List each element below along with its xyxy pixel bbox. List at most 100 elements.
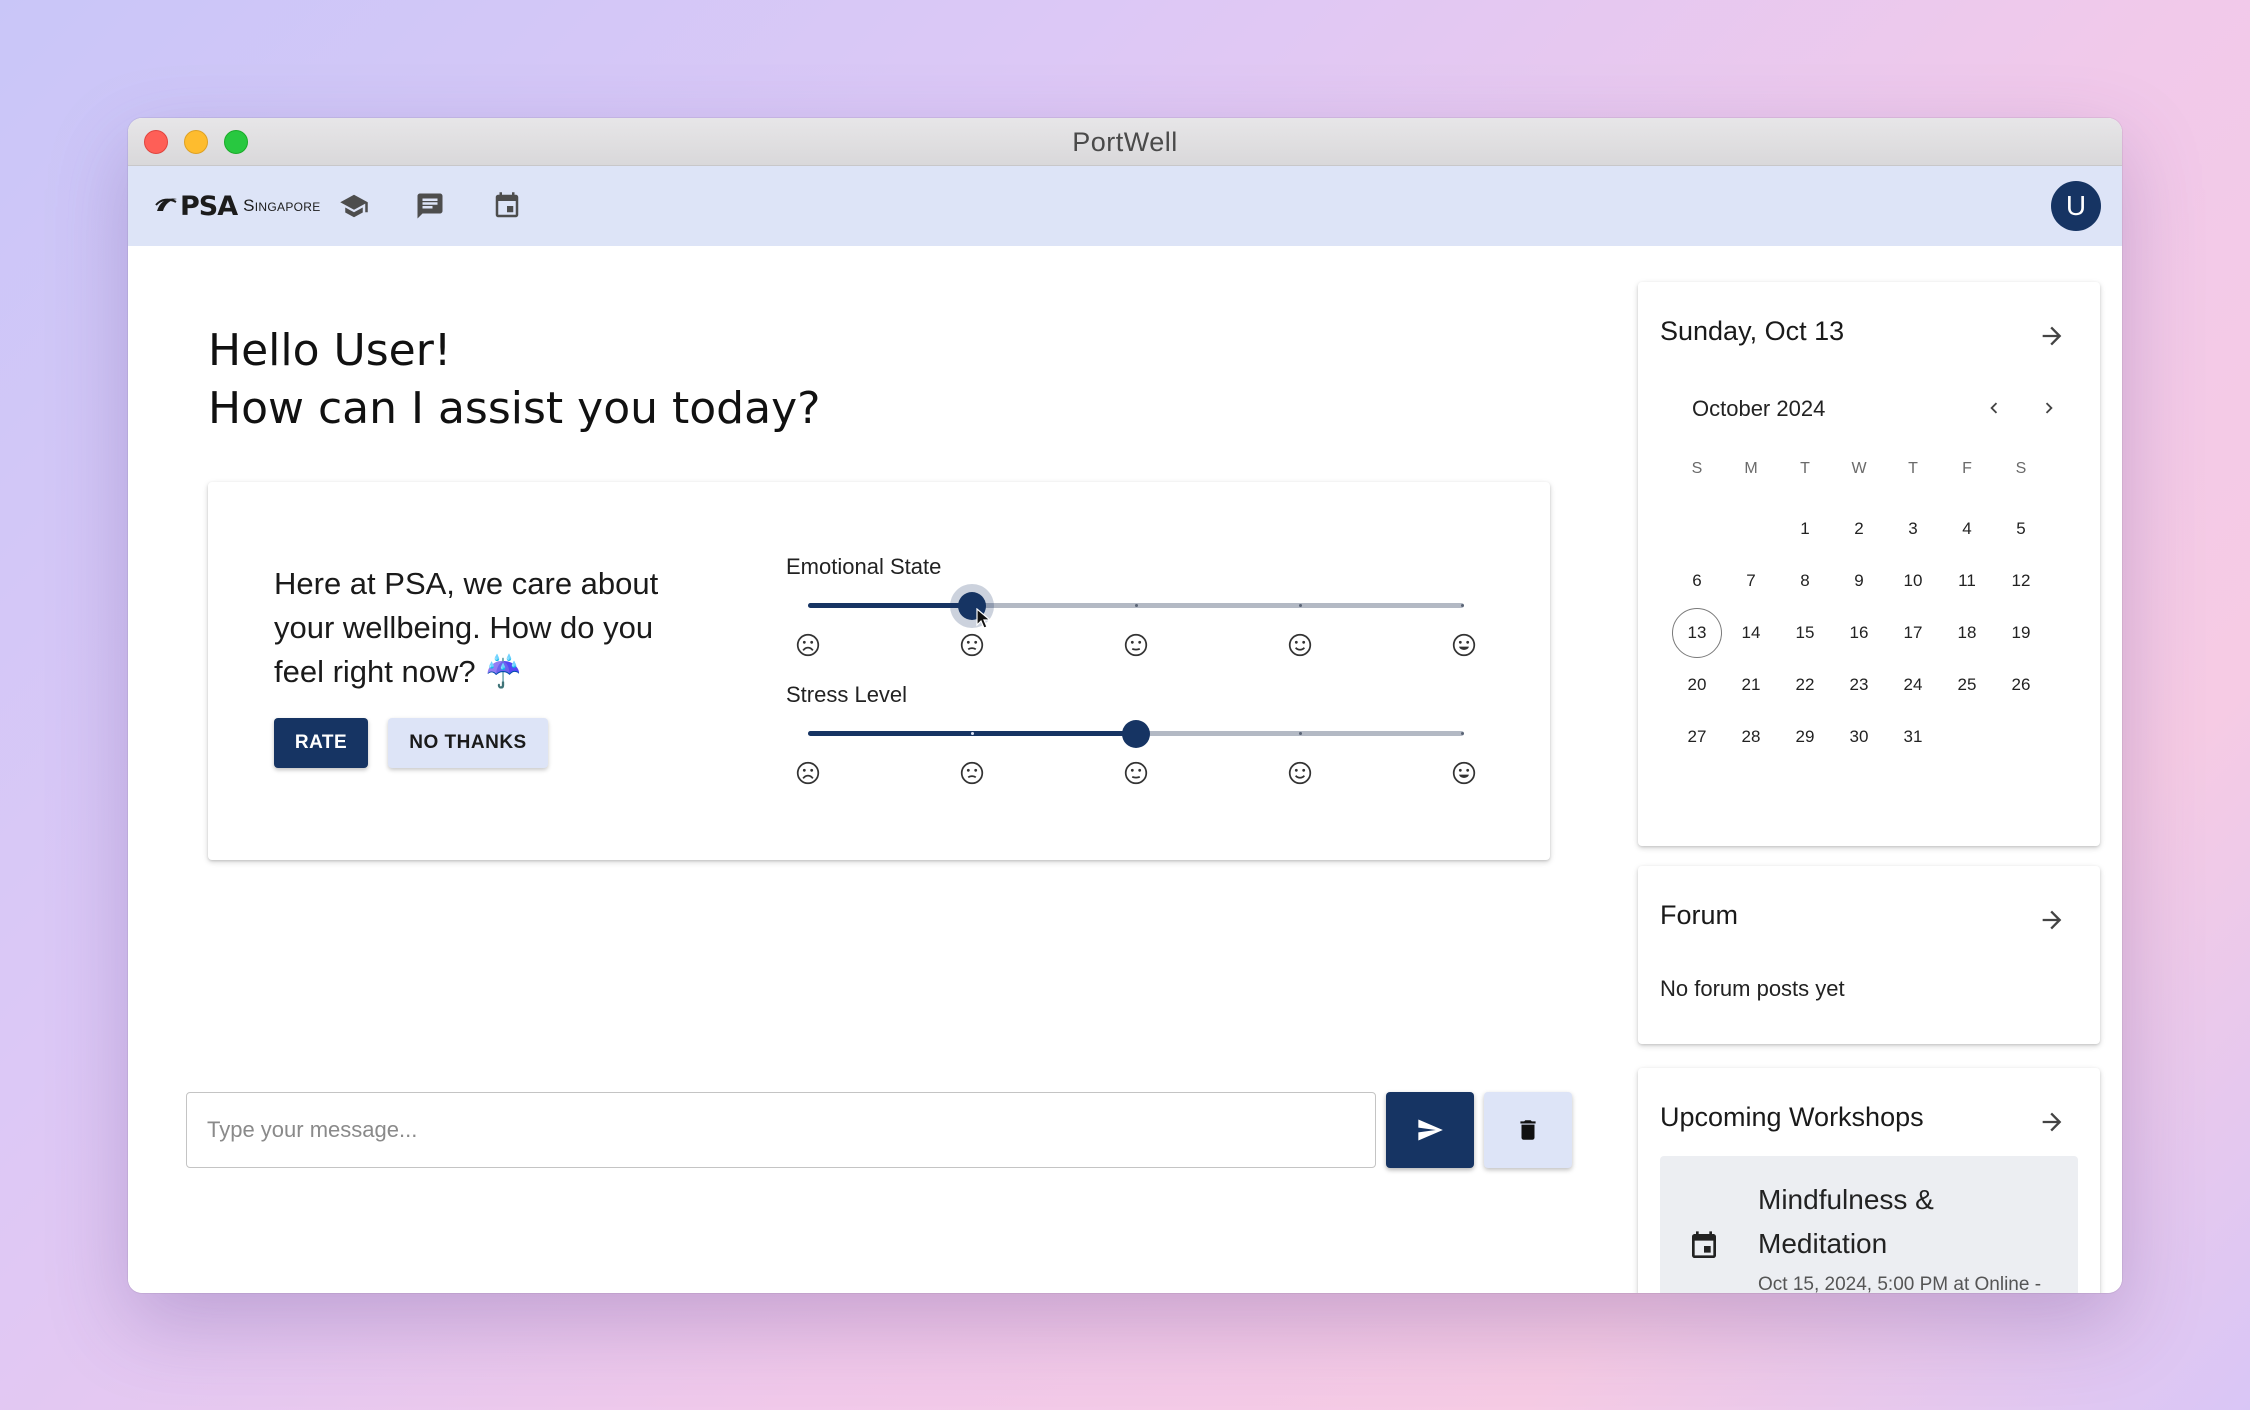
calendar-day-today[interactable]: 13 (1672, 608, 1722, 658)
greeting-line-1: Hello User! (208, 325, 452, 376)
forum-icon[interactable] (410, 186, 450, 226)
weekday-label: S (2015, 460, 2027, 477)
wellbeing-prompt: Here at PSA, we care about your wellbein… (274, 566, 659, 689)
calendar-day[interactable]: 19 (1996, 608, 2046, 658)
very-happy-face-icon[interactable] (1451, 632, 1477, 658)
calendar-day[interactable]: 14 (1726, 608, 1776, 658)
emotional-state-slider[interactable] (808, 603, 1464, 608)
workshops-open-arrow-icon[interactable] (2034, 1104, 2070, 1140)
workshop-item[interactable]: Mindfulness & Meditation Oct 15, 2024, 5… (1660, 1156, 2078, 1293)
calendar-day[interactable]: 27 (1672, 712, 1722, 762)
logo-mark: PSA (180, 190, 238, 222)
calendar-day[interactable]: 15 (1780, 608, 1830, 658)
previous-month-chevron-icon[interactable] (1978, 392, 2010, 424)
main-content: Hello User! How can I assist you today? … (128, 246, 2122, 1293)
wave-logo-icon (155, 198, 177, 211)
psa-logo[interactable]: PSA Singapore (154, 186, 321, 226)
calendar-date-heading: Sunday, Oct 13 (1660, 316, 1845, 346)
calendar-day[interactable]: 30 (1834, 712, 1884, 762)
send-icon (1418, 1119, 1443, 1141)
emotional-state-fill (808, 603, 972, 608)
weekday-label: F (1962, 460, 1972, 477)
mouse-cursor-icon (976, 608, 992, 629)
calendar-day[interactable]: 18 (1942, 608, 1992, 658)
forum-title: Forum (1660, 900, 1739, 930)
sad-face-icon[interactable] (959, 760, 985, 786)
neutral-face-icon[interactable] (1123, 760, 1149, 786)
calendar-day[interactable]: 12 (1996, 556, 2046, 606)
calendar-day[interactable]: 1 (1780, 504, 1830, 554)
stress-level-label: Stress Level (786, 682, 908, 707)
calendar-day[interactable]: 6 (1672, 556, 1722, 606)
slider-tick (1135, 604, 1138, 607)
calendar-open-arrow-icon[interactable] (2034, 318, 2070, 354)
forum-open-arrow-icon[interactable] (2034, 902, 2070, 938)
calendar-day[interactable]: 20 (1672, 660, 1722, 710)
weekday-label: T (1800, 460, 1810, 477)
user-avatar[interactable]: U (2051, 181, 2101, 231)
weekday-label: T (1908, 460, 1918, 477)
calendar-day[interactable]: 17 (1888, 608, 1938, 658)
neutral-face-icon[interactable] (1123, 632, 1149, 658)
slider-tick (1299, 604, 1302, 607)
happy-face-icon[interactable] (1287, 632, 1313, 658)
school-icon[interactable] (334, 186, 374, 226)
calendar-day[interactable]: 4 (1942, 504, 1992, 554)
no-thanks-button[interactable]: NO THANKS (388, 718, 548, 768)
calendar-day[interactable]: 24 (1888, 660, 1938, 710)
very-happy-face-icon[interactable] (1451, 760, 1477, 786)
calendar-day[interactable]: 3 (1888, 504, 1938, 554)
calendar-day[interactable]: 29 (1780, 712, 1830, 762)
app-bar: PSA Singapore U (128, 166, 2122, 246)
calendar-day[interactable]: 10 (1888, 556, 1938, 606)
message-input-field[interactable] (186, 1092, 1376, 1168)
calendar-day[interactable]: 25 (1942, 660, 1992, 710)
calendar-day[interactable]: 31 (1888, 712, 1938, 762)
window-title: PortWell (1072, 127, 1178, 157)
workshops-title: Upcoming Workshops (1660, 1102, 1924, 1132)
very-sad-face-icon[interactable] (795, 760, 821, 786)
slider-tick (1461, 604, 1464, 607)
happy-face-icon[interactable] (1287, 760, 1313, 786)
next-month-chevron-icon[interactable] (2033, 392, 2065, 424)
calendar-day[interactable]: 8 (1780, 556, 1830, 606)
forum-card: Forum No forum posts yet (1638, 866, 2100, 1044)
calendar-day[interactable]: 5 (1996, 504, 2046, 554)
logo-subtitle: Singapore (243, 196, 321, 215)
workshop-meta: Oct 15, 2024, 5:00 PM at Online - (1758, 1274, 2042, 1293)
rate-button[interactable]: RATE (274, 718, 368, 768)
calendar-day[interactable]: 9 (1834, 556, 1884, 606)
calendar-card: Sunday, Oct 13 October 2024 SMTWTFS12345… (1638, 282, 2100, 846)
greeting-heading: Hello User! How can I assist you today? (208, 322, 820, 438)
title-bar: PortWell (128, 118, 2122, 166)
calendar-day[interactable]: 28 (1726, 712, 1776, 762)
workshops-card: Upcoming Workshops Mindfulness & Meditat… (1638, 1068, 2100, 1293)
forum-empty-message: No forum posts yet (1660, 976, 1845, 1001)
calendar-day[interactable]: 11 (1942, 556, 1992, 606)
workshop-title: Mindfulness & Meditation (1758, 1184, 1934, 1259)
slider-tick (971, 732, 974, 735)
slider-tick (1299, 732, 1302, 735)
calendar-month-label: October 2024 (1692, 396, 1826, 421)
delete-button[interactable] (1484, 1092, 1572, 1168)
weekday-label: M (1744, 460, 1758, 477)
message-input[interactable] (187, 1093, 1375, 1167)
calendar-day[interactable]: 23 (1834, 660, 1884, 710)
wellbeing-rating-card: Here at PSA, we care about your wellbein… (208, 482, 1550, 860)
calendar-day[interactable]: 22 (1780, 660, 1830, 710)
greeting-line-2: How can I assist you today? (208, 383, 821, 434)
very-sad-face-icon[interactable] (795, 632, 821, 658)
event-calendar-icon (1688, 1230, 1720, 1267)
calendar-day[interactable]: 2 (1834, 504, 1884, 554)
app-window: PortWell PSA Singapore U Hello User! How… (128, 118, 2122, 1293)
stress-level-thumb[interactable] (1122, 720, 1150, 748)
calendar-day[interactable]: 16 (1834, 608, 1884, 658)
calendar-day[interactable]: 26 (1996, 660, 2046, 710)
weekday-label: W (1851, 460, 1867, 477)
calendar-icon[interactable] (487, 186, 527, 226)
calendar-day[interactable]: 21 (1726, 660, 1776, 710)
send-button[interactable] (1386, 1092, 1474, 1168)
calendar-day[interactable]: 7 (1726, 556, 1776, 606)
emotional-state-label: Emotional State (786, 554, 942, 579)
sad-face-icon[interactable] (959, 632, 985, 658)
